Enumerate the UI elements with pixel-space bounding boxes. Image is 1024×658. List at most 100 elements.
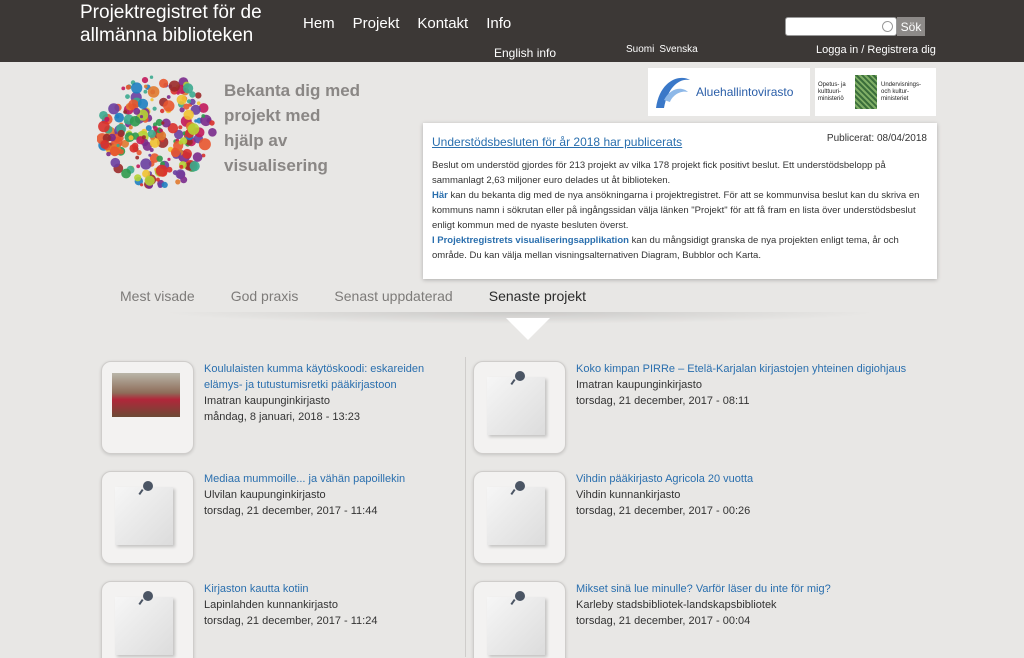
project-organisation: Lapinlahden kunnankirjasto: [204, 599, 338, 611]
note-placeholder-icon: [487, 377, 545, 435]
tab-senast-uppdaterad[interactable]: Senast uppdaterad: [334, 288, 452, 304]
bubble: [128, 135, 134, 141]
column-divider: [465, 357, 466, 657]
news-har-link[interactable]: Här: [432, 190, 448, 201]
aluehallintovirasto-logo[interactable]: Aluehallintovirasto: [648, 68, 810, 116]
bubble: [149, 75, 154, 79]
bubble: [140, 183, 144, 187]
news-title[interactable]: Understödsbesluten för år 2018 har publi…: [432, 135, 682, 149]
project-date: torsdag, 21 december, 2017 - 00:26: [576, 505, 751, 517]
project-title[interactable]: Mediaa mummoille... ja vähän papoillekin: [204, 471, 454, 487]
news-visualisation-link[interactable]: I Projektregistrets visualiseringsapplik…: [432, 235, 629, 246]
bubble: [140, 158, 152, 170]
bubble: [150, 98, 154, 102]
bubble: [156, 155, 163, 162]
bubble: [131, 82, 143, 94]
bubble: [141, 135, 146, 140]
project-thumbnail[interactable]: [101, 361, 194, 454]
bubble: [133, 107, 141, 115]
bubble: [137, 98, 149, 109]
search-clear-icon[interactable]: [882, 21, 893, 32]
project-organisation: Karleby stadsbibliotek-landskapsbibliote…: [576, 599, 777, 611]
bubble: [155, 164, 168, 177]
news-date: Publicerat: 08/04/2018: [826, 133, 927, 144]
nav-kontakt[interactable]: Kontakt: [417, 15, 468, 32]
nav-hem[interactable]: Hem: [303, 15, 335, 32]
pin-icon: [515, 371, 525, 381]
tab-god-praxis[interactable]: God praxis: [231, 288, 299, 304]
bubble: [183, 103, 190, 110]
register-link[interactable]: Registrera dig: [867, 44, 935, 56]
search-button[interactable]: Sök: [897, 17, 925, 36]
bubble: [179, 164, 184, 169]
search-input[interactable]: [785, 17, 897, 36]
login-links: Logga in / Registrera dig: [816, 44, 936, 56]
project-date: torsdag, 21 december, 2017 - 11:24: [204, 615, 378, 627]
bubble: [186, 99, 192, 104]
okm-logo-text-sv: Undervisnings- och kultur-ministeriet: [881, 81, 922, 102]
okm-logo[interactable]: Opetus- ja kulttuuri-ministeriö Undervis…: [815, 68, 936, 116]
visualisation-circle-image[interactable]: [96, 71, 217, 191]
project-thumbnail[interactable]: [101, 471, 194, 564]
project-date: torsdag, 21 december, 2017 - 08:11: [576, 395, 750, 407]
project-info: Mediaa mummoille... ja vähän papoillekin…: [204, 471, 454, 519]
bubble: [125, 94, 130, 99]
bubble: [170, 148, 181, 158]
project-title[interactable]: Kirjaston kautta kotiin: [204, 581, 454, 597]
bubble: [106, 151, 111, 157]
active-tab-pointer-icon: [506, 318, 550, 340]
bubble: [175, 169, 186, 180]
project-info: Mikset sinä lue minulle? Varför läser du…: [576, 581, 921, 629]
site-header: Projektregistret för de allmänna bibliot…: [0, 0, 1024, 62]
project-date: torsdag, 21 december, 2017 - 00:04: [576, 615, 751, 627]
project-date: måndag, 8 januari, 2018 - 13:23: [204, 411, 360, 423]
okm-logo-text-fi: Opetus- ja kulttuuri-ministeriö: [818, 81, 846, 102]
bubble: [159, 78, 169, 88]
project-organisation: Ulvilan kaupunginkirjasto: [204, 489, 326, 501]
tab-mest-visade[interactable]: Mest visade: [120, 288, 195, 304]
bubble: [167, 157, 171, 161]
bubble: [166, 95, 171, 99]
bubble: [114, 112, 124, 123]
nav-info[interactable]: Info: [486, 15, 511, 32]
bubble: [176, 94, 187, 105]
project-title[interactable]: Mikset sinä lue minulle? Varför läser du…: [576, 581, 921, 597]
project-info: Koko kimpan PIRRe – Etelä-Karjalan kirja…: [576, 361, 921, 409]
bubble: [135, 155, 140, 160]
site-title[interactable]: Projektregistret för de allmänna bibliot…: [80, 1, 300, 47]
bubble: [201, 114, 206, 118]
bubble: [198, 138, 211, 151]
tab-senaste-projekt[interactable]: Senaste projekt: [489, 288, 586, 304]
bubble: [100, 140, 110, 149]
bubble: [163, 100, 175, 112]
bubble: [153, 126, 158, 131]
project-title[interactable]: Koko kimpan PIRRe – Etelä-Karjalan kirja…: [576, 361, 921, 377]
bubble: [148, 153, 152, 157]
project-title[interactable]: Vihdin pääkirjasto Agricola 20 vuotta: [576, 471, 921, 487]
project-thumbnail[interactable]: [473, 361, 566, 454]
lang-suomi[interactable]: Suomi: [626, 44, 654, 55]
hero-text[interactable]: Bekanta dig med projekt med hjälp av vis…: [224, 78, 364, 178]
bubble: [143, 84, 148, 89]
project-thumbnail[interactable]: [101, 581, 194, 658]
bubble: [118, 149, 124, 155]
note-placeholder-icon: [115, 487, 173, 545]
bubble: [121, 86, 126, 91]
project-title[interactable]: Koululaisten kumma käytöskoodi: eskareid…: [204, 361, 454, 393]
bubble: [209, 120, 215, 126]
project-thumbnail[interactable]: [473, 471, 566, 564]
bubble: [175, 179, 181, 185]
news-paragraph-1: Beslut om understöd gjordes för 213 proj…: [432, 160, 886, 186]
nav-projekt[interactable]: Projekt: [353, 15, 400, 32]
login-link[interactable]: Logga in: [816, 44, 858, 56]
note-placeholder-icon: [487, 487, 545, 545]
project-thumbnail[interactable]: [473, 581, 566, 658]
bubble: [134, 174, 142, 182]
english-info-link[interactable]: English info: [494, 46, 556, 60]
pin-icon: [515, 591, 525, 601]
bubble: [189, 161, 200, 172]
bubble: [195, 92, 202, 99]
project-photo: [112, 373, 180, 417]
lang-svenska[interactable]: Svenska: [659, 44, 697, 55]
bubble: [136, 150, 142, 156]
